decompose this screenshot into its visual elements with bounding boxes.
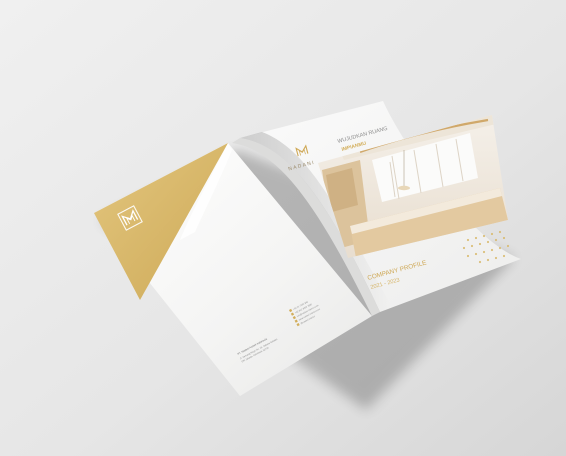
- brochure-mockup-scene: PT. Nadani Arsitek Indonesia Jl. Kemang …: [0, 0, 566, 456]
